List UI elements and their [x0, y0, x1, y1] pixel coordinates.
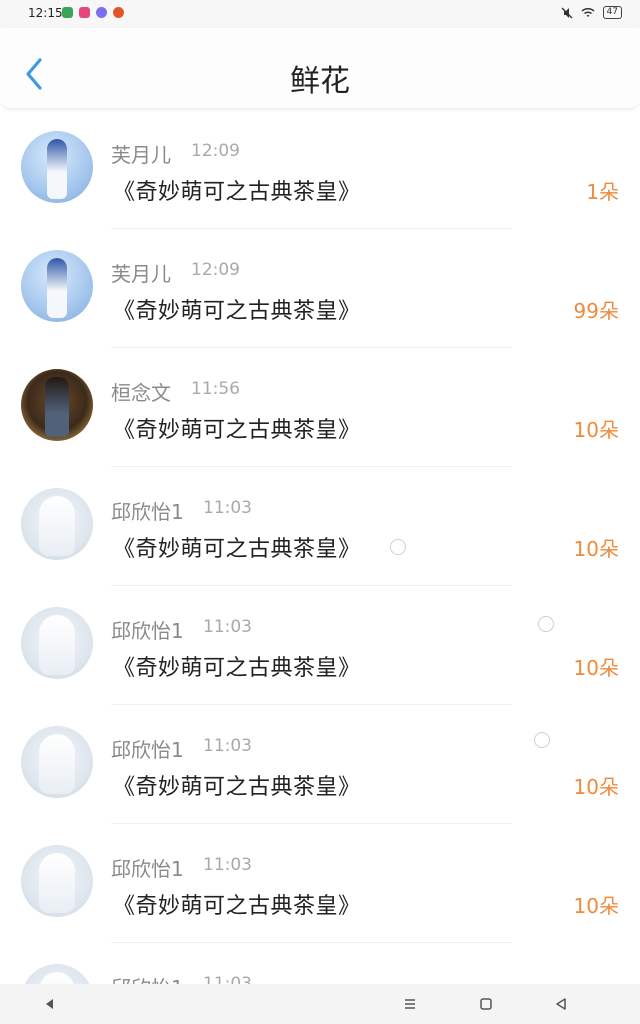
list-item[interactable]: 桓念文 11:56 《奇妙萌可之古典茶皇》 10朵: [0, 350, 640, 468]
list-item[interactable]: 芙月儿 12:09 《奇妙萌可之古典茶皇》 1朵: [0, 112, 640, 230]
user-name: 邱欣怡1: [111, 500, 184, 524]
touch-ripple: [390, 539, 406, 555]
menu-icon[interactable]: [400, 994, 420, 1014]
mute-icon: [561, 7, 573, 18]
status-indicators: 47: [561, 6, 622, 19]
timestamp: 11:03: [203, 498, 252, 518]
user-name: 邱欣怡1: [111, 972, 184, 984]
avatar[interactable]: [21, 607, 93, 679]
divider: [111, 466, 511, 467]
divider: [111, 347, 511, 348]
flower-count: 10朵: [573, 656, 619, 680]
avatar[interactable]: [21, 369, 93, 441]
user-name: 芙月儿: [111, 262, 171, 286]
status-time: 12:15: [28, 6, 63, 20]
flower-count: 99朵: [573, 299, 619, 323]
book-title: 《奇妙萌可之古典茶皇》: [113, 180, 361, 205]
avatar[interactable]: [21, 964, 93, 984]
flower-count: 1朵: [586, 180, 619, 204]
flower-count: 10朵: [573, 894, 619, 918]
page-title: 鲜花: [290, 64, 350, 99]
recent-triangle-icon[interactable]: [551, 994, 571, 1014]
header: 鲜花: [0, 28, 640, 109]
divider: [111, 942, 511, 943]
avatar[interactable]: [21, 250, 93, 322]
flower-list: 芙月儿 12:09 《奇妙萌可之古典茶皇》 1朵 芙月儿 12:09 《奇妙萌可…: [0, 112, 640, 984]
status-app-icons: [62, 7, 124, 18]
list-item[interactable]: 芙月儿 12:09 《奇妙萌可之古典茶皇》 99朵: [0, 231, 640, 349]
touch-ripple: [534, 732, 550, 748]
timestamp: 12:09: [191, 260, 240, 280]
timestamp: 12:09: [191, 141, 240, 161]
app-notification-icon: [113, 7, 124, 18]
timestamp: 11:03: [203, 855, 252, 875]
status-bar: 12:15 47: [0, 0, 640, 28]
home-square-icon[interactable]: [476, 994, 496, 1014]
system-nav-bar: [0, 984, 640, 1024]
book-title: 《奇妙萌可之古典茶皇》: [113, 299, 361, 324]
avatar[interactable]: [21, 131, 93, 203]
flower-count: 10朵: [573, 418, 619, 442]
avatar[interactable]: [21, 488, 93, 560]
timestamp: 11:03: [203, 974, 252, 984]
user-name: 邱欣怡1: [111, 619, 184, 643]
list-item[interactable]: 邱欣怡1 11:03 《奇妙萌可之古典茶皇》 10朵: [0, 469, 640, 587]
wifi-icon: [581, 7, 595, 17]
app-notification-icon: [79, 7, 90, 18]
book-title: 《奇妙萌可之古典茶皇》: [113, 537, 361, 562]
battery-icon: 47: [602, 6, 622, 19]
book-title: 《奇妙萌可之古典茶皇》: [113, 775, 361, 800]
timestamp: 11:56: [191, 379, 240, 399]
user-name: 桓念文: [111, 381, 171, 405]
flower-count: 10朵: [573, 537, 619, 561]
book-title: 《奇妙萌可之古典茶皇》: [113, 656, 361, 681]
list-item[interactable]: 邱欣怡1 11:03 《奇妙萌可之古典茶皇》 10朵: [0, 588, 640, 706]
list-item[interactable]: 邱欣怡1 11:03 《奇妙萌可之古典茶皇》 10朵: [0, 707, 640, 825]
book-title: 《奇妙萌可之古典茶皇》: [113, 894, 361, 919]
touch-ripple: [538, 616, 554, 632]
list-item[interactable]: 邱欣怡1 11:03: [0, 945, 640, 984]
user-name: 邱欣怡1: [111, 857, 184, 881]
timestamp: 11:03: [203, 617, 252, 637]
back-triangle-icon[interactable]: [40, 994, 60, 1014]
user-name: 芙月儿: [111, 143, 171, 167]
divider: [111, 585, 511, 586]
divider: [111, 823, 511, 824]
divider: [111, 704, 511, 705]
user-name: 邱欣怡1: [111, 738, 184, 762]
avatar[interactable]: [21, 845, 93, 917]
flower-count: 10朵: [573, 775, 619, 799]
avatar[interactable]: [21, 726, 93, 798]
app-notification-icon: [96, 7, 107, 18]
app-notification-icon: [62, 7, 73, 18]
timestamp: 11:03: [203, 736, 252, 756]
list-item[interactable]: 邱欣怡1 11:03 《奇妙萌可之古典茶皇》 10朵: [0, 826, 640, 944]
book-title: 《奇妙萌可之古典茶皇》: [113, 418, 361, 443]
divider: [111, 228, 511, 229]
